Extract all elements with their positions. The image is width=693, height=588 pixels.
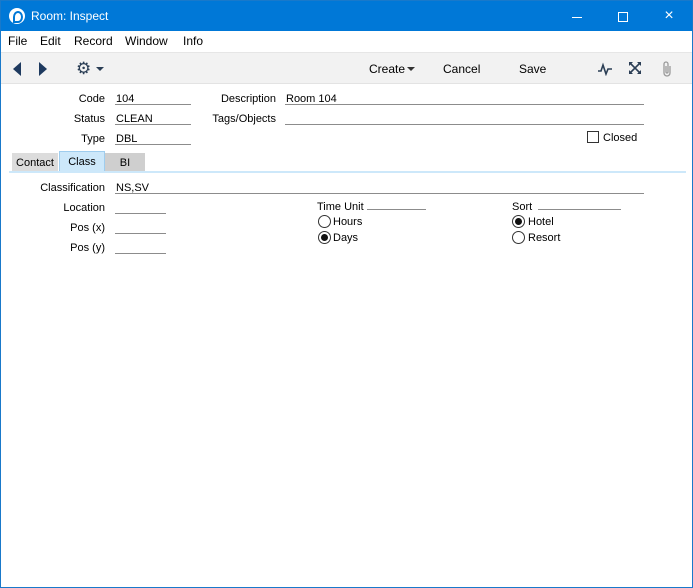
menu-bar: File Edit Record Window Info bbox=[1, 31, 692, 51]
pos-x-underline bbox=[115, 233, 166, 234]
close-icon: × bbox=[664, 7, 674, 24]
save-button[interactable]: Save bbox=[519, 62, 546, 76]
tab-class[interactable]: Class bbox=[59, 151, 105, 172]
radio-hotel-label: Hotel bbox=[528, 216, 554, 228]
type-label: Type bbox=[81, 133, 105, 145]
radio-resort-label: Resort bbox=[528, 232, 561, 244]
pos-y-label: Pos (y) bbox=[70, 242, 105, 254]
status-label: Status bbox=[73, 113, 105, 125]
tags-objects-label: Tags/Objects bbox=[212, 113, 276, 125]
chevron-down-icon[interactable] bbox=[96, 67, 104, 71]
toolbar: ⚙ Create Cancel Save bbox=[1, 52, 692, 84]
classification-underline bbox=[115, 193, 644, 194]
closed-checkbox[interactable] bbox=[587, 131, 599, 143]
radio-resort[interactable] bbox=[512, 231, 525, 244]
cancel-button[interactable]: Cancel bbox=[443, 62, 480, 76]
pos-y-underline bbox=[115, 253, 166, 254]
sort-label: Sort bbox=[512, 201, 533, 213]
maximize-icon bbox=[618, 12, 628, 23]
pos-x-label: Pos (x) bbox=[70, 222, 105, 234]
menu-file[interactable]: File bbox=[8, 34, 27, 48]
create-button[interactable]: Create bbox=[369, 62, 405, 76]
tab-divider bbox=[9, 171, 686, 173]
menu-window[interactable]: Window bbox=[125, 34, 168, 48]
tags-objects-underline bbox=[285, 124, 644, 125]
tab-contact[interactable]: Contact bbox=[12, 153, 58, 172]
type-underline bbox=[115, 144, 191, 145]
menu-info[interactable]: Info bbox=[183, 34, 203, 48]
tab-bi[interactable]: BI bbox=[105, 153, 145, 172]
radio-days-label: Days bbox=[333, 232, 359, 244]
paperclip-icon[interactable] bbox=[661, 61, 673, 77]
description-label: Description bbox=[220, 93, 276, 105]
time-unit-underline bbox=[367, 209, 426, 210]
location-underline bbox=[115, 213, 166, 214]
radio-hours-label: Hours bbox=[333, 216, 363, 228]
minimize-icon bbox=[572, 16, 582, 18]
room-inspect-window: Room: Inspect × File Edit Record Window … bbox=[0, 0, 693, 588]
expand-icon[interactable] bbox=[628, 61, 642, 75]
time-unit-label: Time Unit bbox=[317, 201, 364, 213]
maximize-button[interactable] bbox=[600, 1, 646, 31]
close-button[interactable]: × bbox=[646, 1, 692, 31]
previous-record-icon[interactable] bbox=[13, 62, 21, 76]
menu-edit[interactable]: Edit bbox=[40, 34, 61, 48]
description-underline bbox=[285, 104, 644, 105]
location-label: Location bbox=[63, 202, 105, 214]
window-title: Room: Inspect bbox=[31, 9, 109, 23]
classification-label: Classification bbox=[40, 182, 105, 194]
sort-underline bbox=[538, 209, 621, 210]
radio-hotel[interactable] bbox=[512, 215, 525, 228]
status-underline bbox=[115, 124, 191, 125]
activity-icon[interactable] bbox=[598, 62, 612, 76]
radio-hours[interactable] bbox=[318, 215, 331, 228]
closed-label: Closed bbox=[603, 132, 638, 144]
radio-days[interactable] bbox=[318, 231, 331, 244]
title-bar[interactable]: Room: Inspect × bbox=[1, 1, 692, 31]
next-record-icon[interactable] bbox=[39, 62, 47, 76]
create-dropdown-icon[interactable] bbox=[407, 67, 415, 71]
app-logo-icon bbox=[9, 8, 25, 24]
minimize-button[interactable] bbox=[554, 1, 600, 31]
gear-icon[interactable]: ⚙ bbox=[76, 60, 91, 77]
menu-record[interactable]: Record bbox=[74, 34, 113, 48]
code-label: Code bbox=[78, 93, 105, 105]
code-underline bbox=[115, 104, 191, 105]
